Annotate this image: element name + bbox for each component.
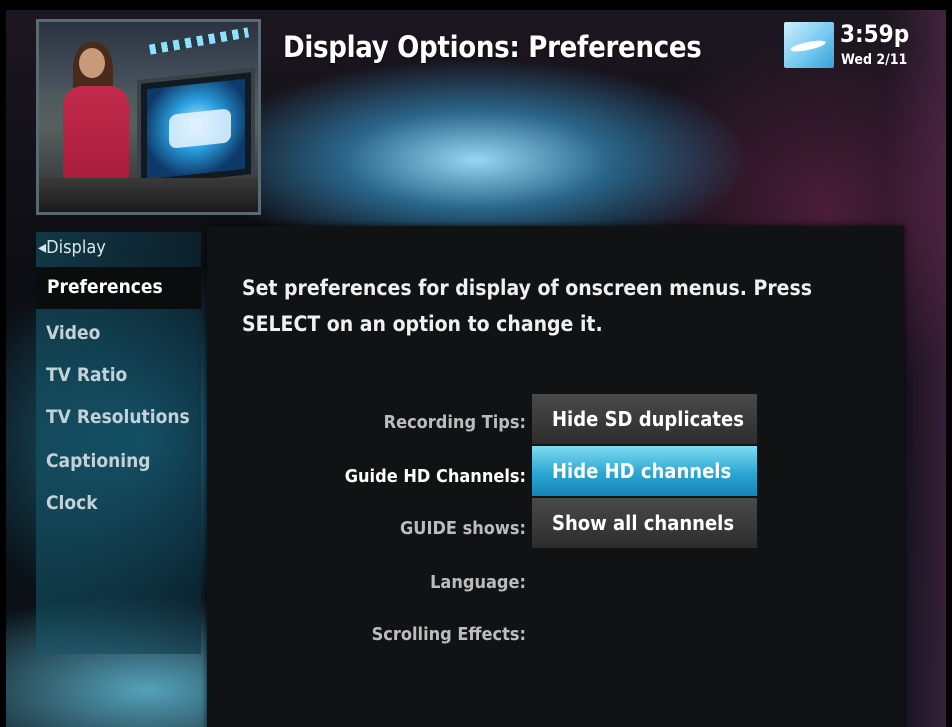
guide-shows-label: GUIDE shows: <box>400 518 526 539</box>
clock-date: Wed 2/11 <box>841 52 908 68</box>
page-title: Display Options: Preferences <box>283 30 702 64</box>
language-label[interactable]: Language: <box>430 572 526 593</box>
sidebar-item-tv-ratio[interactable]: TV Ratio <box>46 364 127 386</box>
guide-shows-option[interactable]: Show all channels <box>532 498 757 548</box>
recording-tips-option[interactable]: Hide SD duplicates <box>532 394 757 444</box>
scrolling-effects-label[interactable]: Scrolling Effects: <box>372 624 526 645</box>
instructions-text: Set preferences for display of onscreen … <box>242 276 812 336</box>
sidebar-back-display[interactable]: ◂Display <box>38 237 106 258</box>
sidebar-item-video[interactable]: Video <box>46 322 100 344</box>
sidebar-item-preferences[interactable]: Preferences <box>36 267 201 309</box>
guide-hd-channels-option[interactable]: Hide HD channels <box>532 446 757 496</box>
sidebar-item-clock[interactable]: Clock <box>46 492 98 514</box>
back-arrow-icon: ◂ <box>38 237 47 258</box>
preferences-panel: Set preferences for display of onscreen … <box>207 226 904 727</box>
recording-tips-label: Recording Tips: <box>383 412 526 433</box>
sidebar-item-label: Preferences <box>47 276 163 298</box>
clock-time: 3:59p <box>840 20 910 48</box>
guide-hd-channels-label: Guide HD Channels: <box>344 466 526 487</box>
sidebar-back-label: Display <box>46 237 106 258</box>
tv-screen: Display Options: Preferences 3:59p Wed 2… <box>6 10 946 727</box>
live-tv-preview <box>36 19 261 215</box>
sidebar-item-tv-resolutions[interactable]: TV Resolutions <box>46 406 190 428</box>
provider-logo-icon <box>784 22 834 68</box>
sidebar-item-captioning[interactable]: Captioning <box>46 450 151 472</box>
